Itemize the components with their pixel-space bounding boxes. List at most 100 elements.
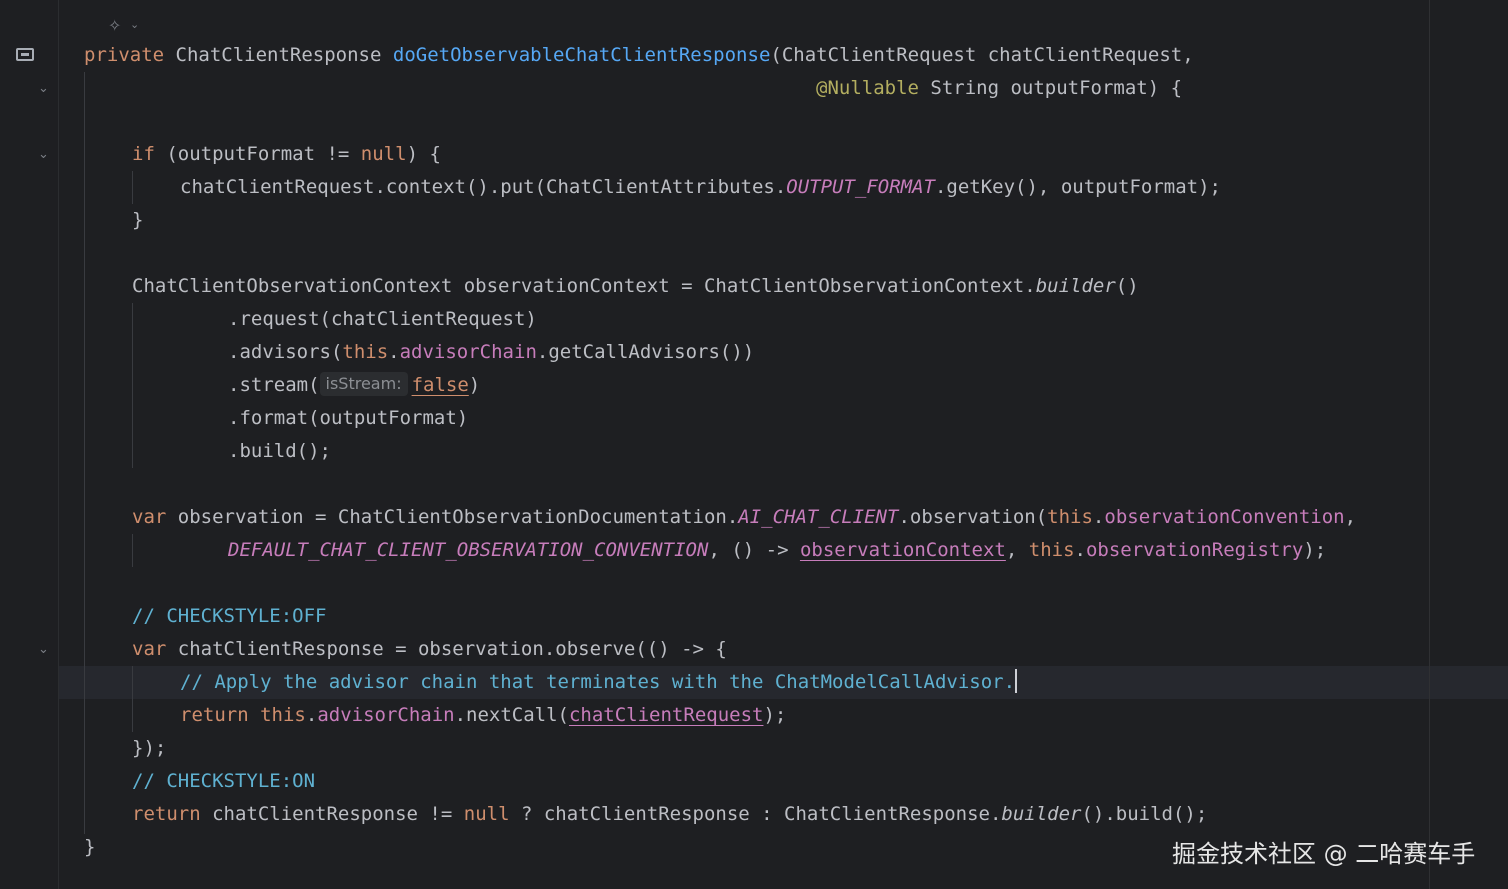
code-editor[interactable]: ✧ ⌄ ⌄ ⌄ ⌄ private ChatClientResponse doG… — [0, 0, 1508, 889]
comment-token: // Apply the advisor chain that terminat… — [180, 671, 1016, 693]
code-token: . — [388, 341, 400, 363]
code-token: . — [305, 704, 318, 726]
keyword-token: var — [132, 506, 167, 528]
code-token: .build(); — [228, 440, 331, 462]
keyword-token: this — [1047, 506, 1093, 528]
keyword-token: this — [260, 704, 306, 726]
fold-chevron-icon[interactable]: ⌄ — [38, 148, 52, 162]
code-line[interactable]: var chatClientResponse = observation.obs… — [132, 633, 727, 666]
static-field-token: AI_CHAT_CLIENT — [738, 506, 899, 528]
code-token: chatClientResponse = observation.observe… — [166, 638, 727, 660]
code-line[interactable]: .request(chatClientRequest) — [228, 303, 537, 336]
code-token: () — [1115, 275, 1139, 297]
code-line[interactable]: @Nullable String outputFormat) { — [816, 72, 1182, 105]
code-token: chatClientResponse != — [200, 803, 464, 825]
captured-variable-token: chatClientRequest — [568, 704, 764, 726]
keyword-token: return — [180, 704, 249, 726]
code-token: } — [84, 836, 96, 858]
code-token: ().build(); — [1081, 803, 1208, 825]
code-line[interactable]: } — [84, 831, 95, 864]
code-line[interactable]: chatClientRequest.context().put(ChatClie… — [180, 171, 1221, 204]
code-line[interactable]: // CHECKSTYLE:OFF — [132, 600, 326, 633]
indent-guide — [132, 303, 133, 468]
captured-variable-token: observationContext — [799, 539, 1006, 561]
keyword-token: this — [1028, 539, 1075, 561]
indent-guide — [132, 534, 133, 567]
code-line[interactable]: if (outputFormat != null) { — [132, 138, 441, 171]
annotation-token: @Nullable — [816, 77, 919, 99]
code-line[interactable]: return this.advisorChain.nextCall(chatCl… — [180, 699, 786, 732]
code-token: ) { — [406, 143, 441, 165]
field-token: advisorChain — [399, 341, 537, 363]
code-token: ? chatClientResponse : ChatClientRespons… — [509, 803, 1002, 825]
code-token: , — [1005, 539, 1029, 561]
code-token: . — [1074, 539, 1086, 561]
fold-chevron-icon[interactable]: ⌄ — [38, 82, 52, 96]
chevron-down-icon[interactable]: ⌄ — [130, 18, 139, 31]
method-name-token: doGetObservableChatClientResponse — [392, 44, 771, 66]
code-token: .nextCall( — [454, 704, 569, 726]
code-token: .format(outputFormat) — [228, 407, 469, 429]
code-token: (outputFormat != — [154, 143, 361, 165]
code-line[interactable]: // CHECKSTYLE:ON — [132, 765, 315, 798]
indent-guide — [132, 666, 133, 732]
keyword-token: null — [360, 143, 407, 165]
code-token: (ChatClientRequest chatClientRequest, — [770, 44, 1194, 66]
static-method-token: builder — [1001, 803, 1082, 825]
code-token: .advisors( — [228, 341, 343, 363]
keyword-token: null — [463, 803, 510, 825]
code-line[interactable]: .stream(isStream: false) — [228, 369, 480, 402]
code-token: observation = ChatClientObservationDocum… — [166, 506, 739, 528]
static-method-token: builder — [1035, 275, 1116, 297]
code-token: .request(chatClientRequest) — [228, 308, 537, 330]
comment-token: // CHECKSTYLE:ON — [132, 770, 316, 792]
code-token: , — [1344, 506, 1357, 528]
code-line[interactable]: // Apply the advisor chain that terminat… — [180, 666, 1018, 699]
code-token: , () -> — [708, 539, 800, 561]
keyword-token: this — [342, 341, 389, 363]
field-token: advisorChain — [317, 704, 455, 726]
indent-guide — [84, 72, 85, 834]
code-line[interactable]: }); — [132, 732, 166, 765]
keyword-token: if — [132, 143, 155, 165]
code-token: }); — [132, 737, 167, 759]
right-margin-guide — [1429, 0, 1430, 889]
code-token: ) — [468, 374, 481, 396]
indent-guide — [132, 171, 133, 204]
static-field-token: DEFAULT_CHAT_CLIENT_OBSERVATION_CONVENTI… — [228, 539, 709, 561]
code-token: ); — [763, 704, 787, 726]
parameter-hint: isStream: — [319, 372, 408, 396]
code-token: String outputFormat) { — [918, 77, 1183, 99]
code-token: ); — [1303, 539, 1327, 561]
sparkle-icon[interactable]: ✧ — [108, 16, 121, 35]
fold-chevron-icon[interactable]: ⌄ — [38, 643, 52, 657]
bookmark-icon[interactable] — [16, 48, 34, 61]
code-token: .stream( — [228, 374, 320, 396]
code-line[interactable]: private ChatClientResponse doGetObservab… — [84, 39, 1194, 72]
code-line[interactable]: return chatClientResponse != null ? chat… — [132, 798, 1207, 831]
code-token: ChatClientObservationContext observation… — [132, 275, 1036, 297]
code-line[interactable]: .format(outputFormat) — [228, 402, 468, 435]
code-token: } — [132, 209, 144, 231]
watermark: 掘金技术社区 @ 二哈赛车手 — [1172, 840, 1476, 868]
editor-gutter — [0, 0, 59, 889]
field-token: observationConvention — [1104, 506, 1345, 528]
code-token: .getKey(), outputFormat); — [934, 176, 1221, 198]
text-caret — [1015, 669, 1018, 693]
code-line[interactable]: ChatClientObservationContext observation… — [132, 270, 1139, 303]
keyword-token: return — [132, 803, 201, 825]
field-token: observationRegistry — [1085, 539, 1304, 561]
keyword-token: var — [132, 638, 167, 660]
comment-token: // CHECKSTYLE:OFF — [132, 605, 327, 627]
code-token: . — [1092, 506, 1105, 528]
code-line[interactable]: DEFAULT_CHAT_CLIENT_OBSERVATION_CONVENTI… — [228, 534, 1326, 567]
code-token: .getCallAdvisors()) — [536, 341, 755, 363]
code-line[interactable]: var observation = ChatClientObservationD… — [132, 501, 1356, 534]
code-token: .observation( — [898, 506, 1048, 528]
code-line[interactable]: } — [132, 204, 143, 237]
code-line[interactable]: .advisors(this.advisorChain.getCallAdvis… — [228, 336, 754, 369]
code-line[interactable]: .build(); — [228, 435, 331, 468]
